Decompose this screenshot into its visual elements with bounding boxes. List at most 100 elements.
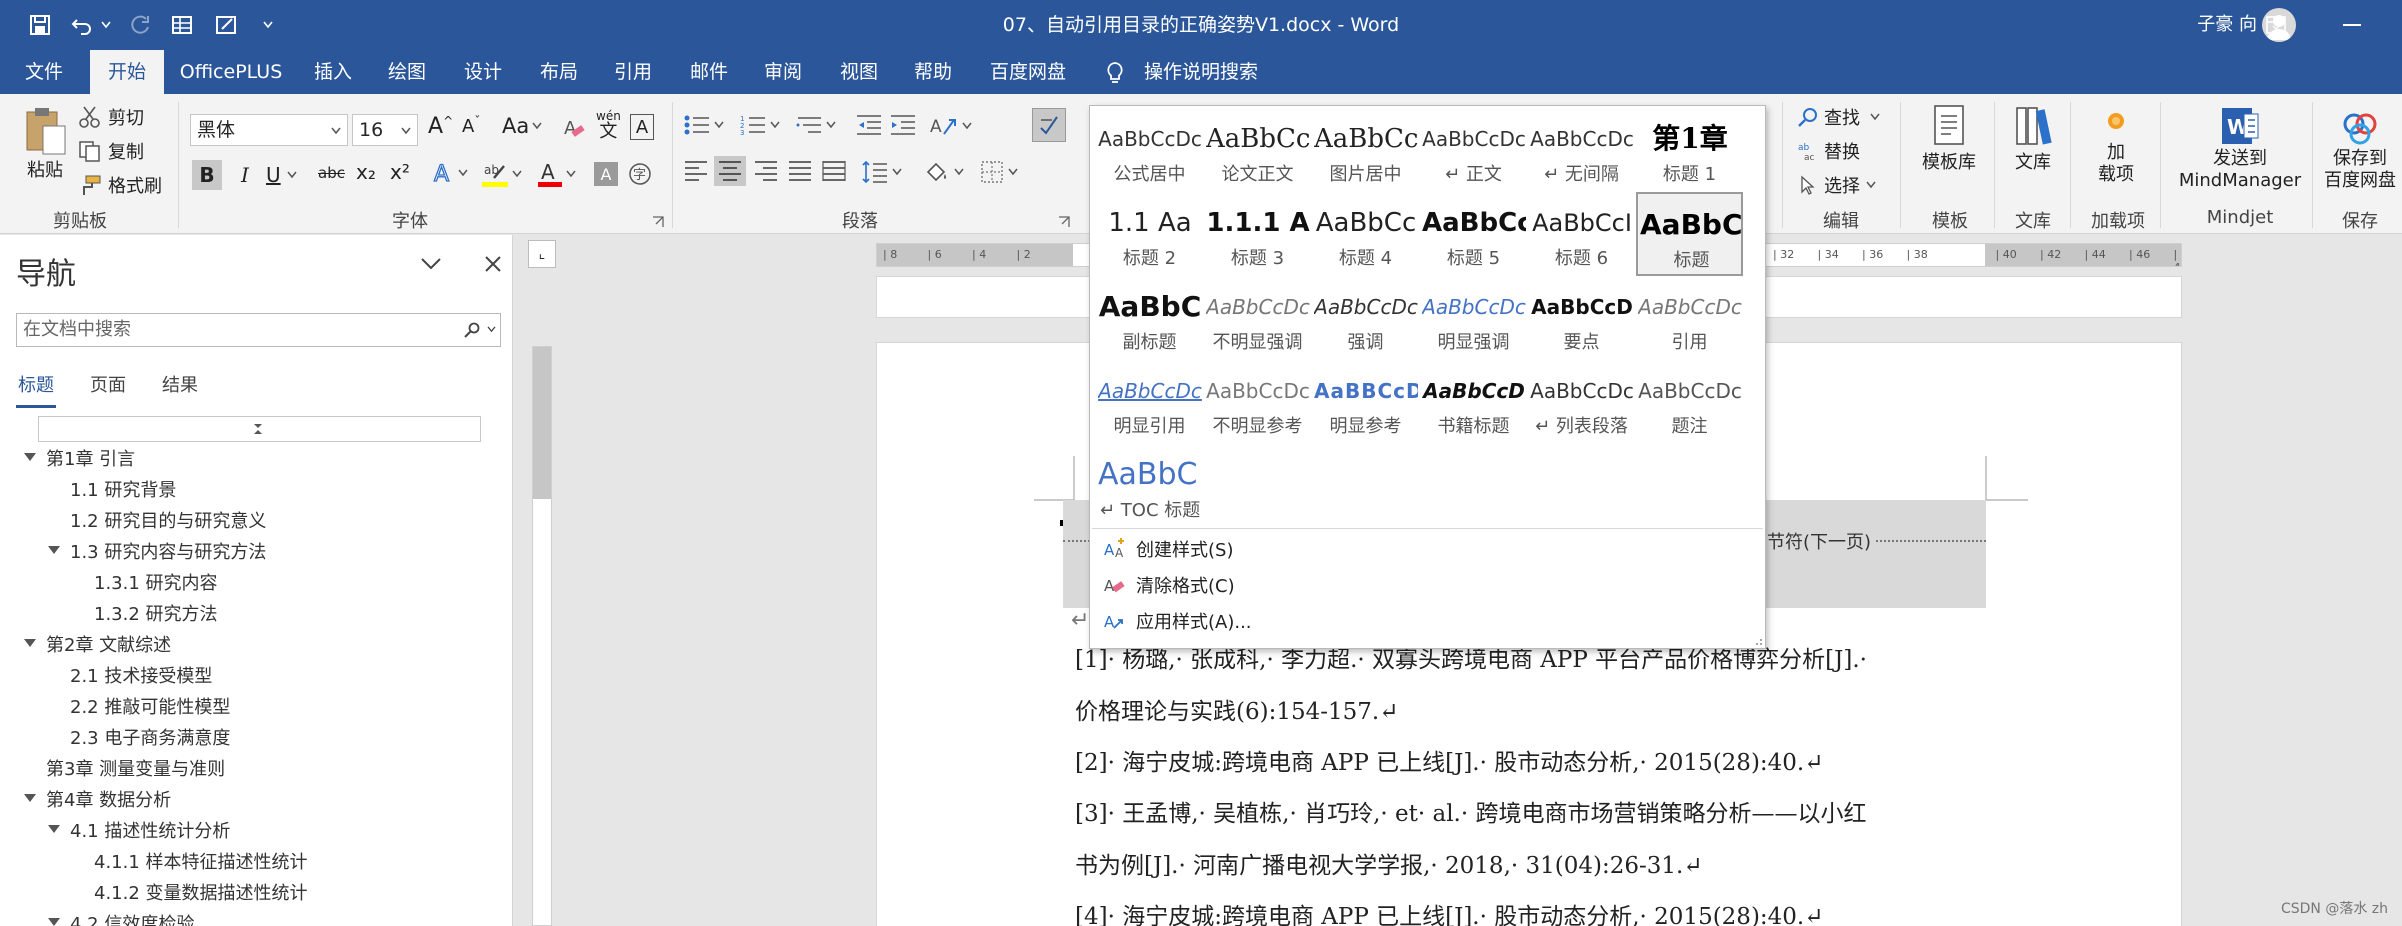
save-to-netdisk-button[interactable]: 保存到 百度网盘: [2318, 104, 2402, 192]
style-option[interactable]: AaBbCcI 标题 6: [1528, 192, 1635, 276]
nav-heading-item[interactable]: 2.2 推敲可能性模型: [70, 693, 230, 719]
grow-font-button[interactable]: A ^: [428, 114, 453, 140]
tab-view[interactable]: 视图: [828, 50, 890, 94]
style-option[interactable]: AaBbCc 标题 4: [1312, 192, 1419, 276]
style-option[interactable]: AaBbCcD 要点: [1528, 276, 1635, 360]
replace-button[interactable]: ab ac 替换: [1798, 138, 1860, 164]
tab-design[interactable]: 设计: [452, 50, 514, 94]
nav-heading-item[interactable]: 第4章 数据分析: [46, 786, 171, 812]
nav-heading-item[interactable]: 1.3.2 研究方法: [94, 600, 218, 626]
nav-heading-item[interactable]: 4.2 信效度检验: [70, 910, 194, 926]
increase-indent-button[interactable]: [890, 114, 916, 136]
font-name-select[interactable]: 黑体: [190, 114, 348, 146]
nav-heading-item[interactable]: 第1章 引言: [46, 445, 135, 471]
tab-mailings[interactable]: 邮件: [678, 50, 740, 94]
vertical-ruler[interactable]: [532, 346, 552, 926]
enclose-characters-button[interactable]: 字: [628, 162, 652, 186]
cut-button[interactable]: 剪切: [78, 104, 144, 130]
highlight-color-button[interactable]: ab: [482, 160, 522, 188]
tab-layout[interactable]: 布局: [528, 50, 590, 94]
style-option[interactable]: AaBbCcDc 明显引用: [1096, 360, 1203, 444]
style-option[interactable]: AaBbCcDc 不明显强调: [1204, 276, 1311, 360]
tell-me-search[interactable]: 操作说明搜索: [1100, 50, 1270, 94]
line-spacing-button[interactable]: [862, 160, 902, 184]
style-option[interactable]: AaBbCcDc 引用: [1636, 276, 1743, 360]
multilevel-list-button[interactable]: [796, 114, 836, 136]
minimize-icon[interactable]: [2336, 9, 2368, 41]
nav-heading-item[interactable]: 1.2 研究目的与研究意义: [70, 507, 266, 533]
select-button[interactable]: 选择: [1798, 172, 1876, 198]
ribbon-display-icon[interactable]: [2260, 9, 2292, 41]
character-border-button[interactable]: A: [630, 114, 654, 140]
style-option[interactable]: AaBbC 副标题: [1096, 276, 1203, 360]
tab-help[interactable]: 帮助: [902, 50, 964, 94]
copy-button[interactable]: 复制: [78, 138, 144, 164]
tab-draw[interactable]: 绘图: [376, 50, 438, 94]
template-library-button[interactable]: 模板库: [1914, 104, 1984, 174]
style-command[interactable]: 创建样式(S): [1136, 536, 1233, 562]
nav-heading-item[interactable]: 4.1.1 样本特征描述性统计: [94, 848, 308, 874]
tab-officeplus[interactable]: OfficePLUS: [176, 50, 286, 94]
style-option[interactable]: AaBbCcDc 题注: [1636, 360, 1743, 444]
nav-heading-item[interactable]: 4.1 描述性统计分析: [70, 817, 230, 843]
reference-line[interactable]: [4]· 海宁皮城:跨境电商 APP 已上线[J].· 股市动态分析,· 201…: [1075, 897, 1824, 926]
expand-triangle-icon[interactable]: [48, 825, 60, 833]
bold-button[interactable]: B: [192, 160, 222, 190]
style-option[interactable]: AaBbCc 标题: [1636, 192, 1743, 276]
style-option[interactable]: AaBbCcDc 强调: [1312, 276, 1419, 360]
library-button[interactable]: 文库: [2006, 104, 2060, 174]
tab-home[interactable]: 开始: [90, 50, 164, 94]
character-shading-button[interactable]: A: [594, 162, 618, 186]
nav-heading-item[interactable]: 1.3.1 研究内容: [94, 569, 218, 595]
tab-insert[interactable]: 插入: [302, 50, 364, 94]
style-command[interactable]: 清除格式(C): [1136, 572, 1235, 598]
subscript-button[interactable]: x₂: [356, 160, 376, 184]
tab-file[interactable]: 文件: [14, 50, 74, 94]
style-option[interactable]: AaBbCcDc 明显强调: [1420, 276, 1527, 360]
format-painter-button[interactable]: 格式刷: [78, 172, 162, 198]
reference-line[interactable]: 书为例[J].· 河南广播电视大学学报,· 2018,· 31(04):26-3…: [1075, 846, 1703, 880]
tab-headings[interactable]: 标题: [18, 371, 54, 397]
style-option[interactable]: AaBBCcD 明显参考: [1312, 360, 1419, 444]
change-case-button[interactable]: Aa: [502, 114, 542, 138]
style-command[interactable]: 应用样式(A)...: [1136, 608, 1252, 634]
phonetic-guide-button[interactable]: wén 文: [596, 110, 621, 142]
chevron-down-icon[interactable]: [487, 326, 496, 333]
tab-references[interactable]: 引用: [602, 50, 664, 94]
nav-heading-item[interactable]: 1.3 研究内容与研究方法: [70, 538, 266, 564]
nav-heading-item[interactable]: 1.1 研究背景: [70, 476, 176, 502]
nav-heading-item[interactable]: 第3章 测量变量与准则: [46, 755, 225, 781]
nav-heading-item[interactable]: 4.1.2 变量数据描述性统计: [94, 879, 308, 905]
find-button[interactable]: 查找: [1798, 104, 1880, 130]
underline-button[interactable]: U: [266, 160, 297, 190]
italic-button[interactable]: I: [232, 160, 258, 190]
text-direction-button[interactable]: A: [930, 114, 972, 138]
style-option[interactable]: AaBbCcDc ↵ 列表段落: [1528, 360, 1635, 444]
tab-review[interactable]: 审阅: [752, 50, 814, 94]
style-option[interactable]: AaBbCcDc ↵ 正文: [1420, 108, 1527, 192]
style-option[interactable]: AaBbCcD 书籍标题: [1420, 360, 1527, 444]
style-option[interactable]: 第1章 标题 1: [1636, 108, 1743, 192]
decrease-indent-button[interactable]: [856, 114, 882, 136]
style-option[interactable]: 1.1.1 A 标题 3: [1204, 192, 1311, 276]
resize-grip-icon[interactable]: [1753, 636, 1763, 646]
nav-heading-item[interactable]: 2.3 电子商务满意度: [70, 724, 230, 750]
tab-pages[interactable]: 页面: [90, 371, 126, 397]
shading-button[interactable]: [924, 160, 964, 184]
addins-button[interactable]: 加 载项: [2086, 108, 2146, 186]
show-formatting-marks-button[interactable]: [1032, 108, 1066, 142]
shrink-font-button[interactable]: Aˇ: [462, 114, 480, 138]
align-center-button[interactable]: [714, 156, 746, 186]
expand-triangle-icon[interactable]: [24, 453, 36, 461]
tab-results[interactable]: 结果: [162, 371, 198, 397]
strikethrough-button[interactable]: abc: [318, 164, 345, 182]
search-input[interactable]: 在文档中搜索: [16, 313, 501, 347]
expand-triangle-icon[interactable]: [24, 639, 36, 647]
borders-button[interactable]: [980, 160, 1018, 184]
reference-line[interactable]: [2]· 海宁皮城:跨境电商 APP 已上线[J].· 股市动态分析,· 201…: [1075, 743, 1824, 777]
user-name[interactable]: 子豪 向: [2197, 0, 2257, 50]
style-option[interactable]: AaBbCcDc ↵ 无间隔: [1528, 108, 1635, 192]
superscript-button[interactable]: x²: [390, 160, 410, 184]
font-size-select[interactable]: 16: [352, 114, 418, 146]
style-option[interactable]: AaBbCc 论文正文: [1204, 108, 1311, 192]
